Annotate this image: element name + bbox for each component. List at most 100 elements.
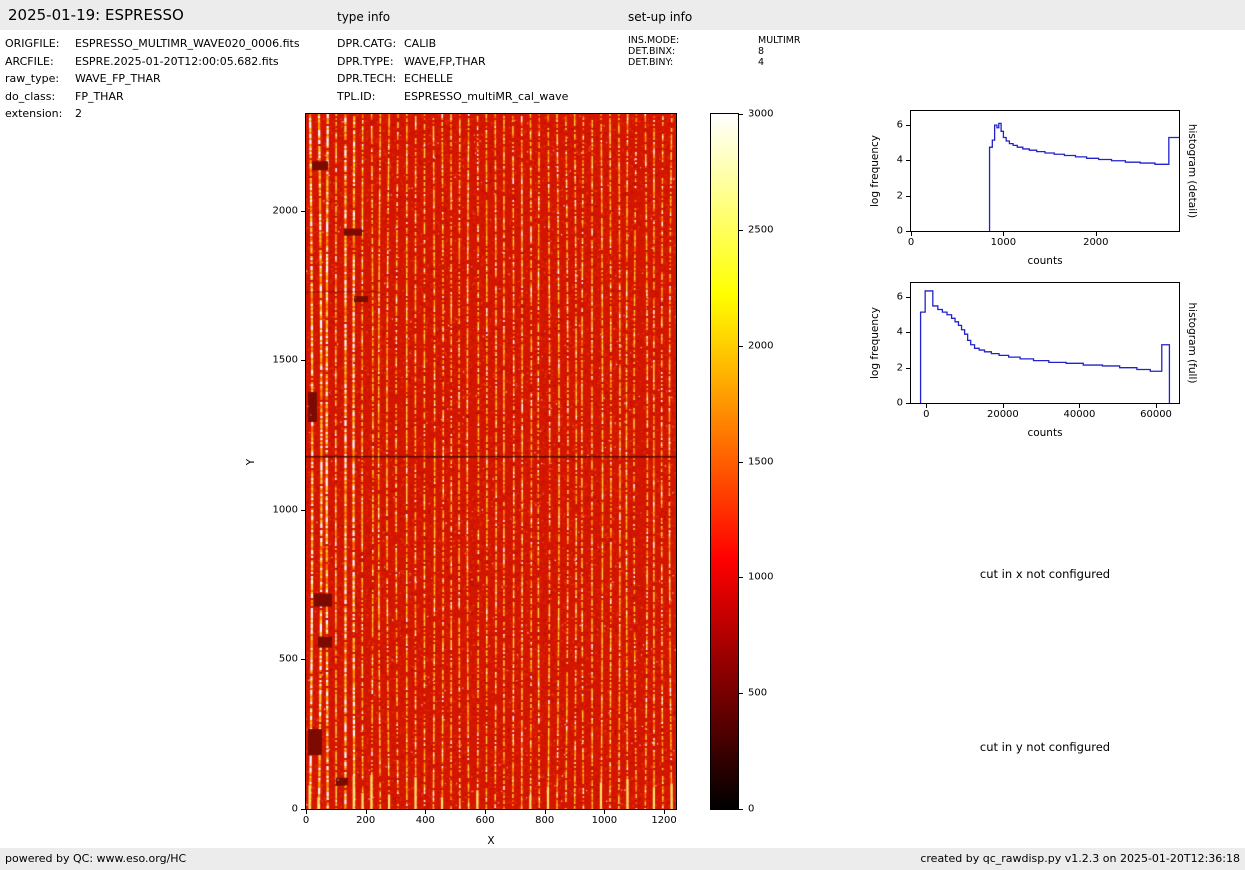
x-tick-label: 60000 [1140, 409, 1172, 420]
y-tick-mark [301, 509, 305, 511]
dpr-catg-row: DPR.CATG: CALIB [337, 35, 568, 53]
det-binx-value: 8 [758, 45, 765, 57]
y-tick-label: 4 [896, 154, 903, 166]
colorbar-tick-label: 0 [748, 803, 755, 815]
det-biny-label: DET.BINY: [628, 56, 674, 68]
y-tick-label: 500 [278, 653, 298, 665]
detector-image [306, 114, 676, 809]
y-tick-mark [906, 160, 910, 162]
histogram-polyline [988, 122, 1179, 231]
x-tick-mark [664, 810, 666, 814]
colorbar-tick-label: 2500 [748, 224, 774, 236]
y-tick-mark [301, 210, 305, 212]
x-tick-label: 40000 [1063, 409, 1096, 420]
x-tick-mark [1003, 232, 1005, 236]
colorbar-tick-label: 1500 [748, 456, 774, 467]
do-class-value: FP_THAR [75, 89, 124, 103]
x-tick-label: 0 [907, 237, 915, 248]
dpr-tech-label: DPR.TECH: [337, 72, 397, 85]
x-tick-mark [1156, 404, 1158, 408]
origfile-row: ORIGFILE: ESPRESSO_MULTIMR_WAVE020_0006.f… [5, 35, 300, 53]
footer-bar: powered by QC: www.eso.org/HC created by… [0, 848, 1245, 870]
ins-mode-value: MULTIMR [758, 35, 801, 46]
colorbar-tick-label: 1000 [748, 571, 774, 583]
extension-value: 2 [75, 107, 82, 120]
setup-info-block: INS.MODE: MULTIMR DET.BINX: 8 DET.BINY: 4 [628, 35, 801, 69]
colorbar-tick-mark [739, 809, 743, 810]
colorbar-tick-label: 3000 [748, 108, 774, 120]
y-tick-label: 0 [896, 225, 903, 237]
x-tick-mark [306, 810, 307, 814]
y-tick-mark [301, 809, 305, 810]
det-biny-row: DET.BINY: 4 [628, 56, 801, 69]
x-tick-mark [1095, 232, 1097, 236]
x-tick-label: 1200 [651, 815, 677, 826]
tpl-id-row: TPL.ID: ESPRESSO_multiMR_cal_wave [337, 88, 568, 106]
origfile-value: ESPRESSO_MULTIMR_WAVE020_0006.fits [75, 37, 300, 50]
cut-y-message: cut in y not configured [979, 740, 1111, 754]
det-binx-label: DET.BINX: [628, 45, 676, 57]
cut-x-message: cut in x not configured [979, 567, 1111, 581]
det-biny-value: 4 [758, 56, 765, 68]
y-tick-label: 6 [896, 291, 903, 303]
qc-report-page: 2025-01-19: ESPRESSO type info set-up in… [0, 0, 1245, 870]
x-tick-label: 800 [535, 815, 555, 826]
histogram-detail-title: histogram (detail) [1186, 123, 1198, 219]
raw-frame-plot: X Y 0 200 400 600 800 1000 1200 0 500 1000 1500 200… [245, 113, 677, 847]
colorbar-gradient [711, 114, 738, 809]
colorbar-tick-mark [739, 345, 743, 347]
extension-label: extension: [5, 107, 63, 120]
y-tick-label: 1000 [272, 504, 298, 516]
dpr-type-row: DPR.TYPE: WAVE,FP,THAR [337, 53, 568, 71]
tpl-id-label: TPL.ID: [337, 89, 376, 103]
x-tick-label: 1000 [591, 815, 618, 826]
file-info-block: ORIGFILE: ESPRESSO_MULTIMR_WAVE020_0006.f… [5, 35, 300, 123]
colorbar: 0 500 1000 1500 2000 2500 3000 [710, 109, 773, 815]
tpl-id-value: ESPRESSO_multiMR_cal_wave [404, 89, 569, 103]
extension-row: extension: 2 [5, 105, 300, 123]
y-tick-mark [906, 332, 910, 334]
y-tick-label: 1500 [272, 354, 298, 366]
x-tick-mark [425, 810, 427, 814]
footer-powered-by: powered by QC: www.eso.org/HC [5, 852, 187, 865]
x-tick-mark [1002, 404, 1004, 408]
do-class-row: do_class: FP_THAR [5, 88, 300, 106]
histogram-detail-ylabel: log frequency [869, 134, 881, 208]
colorbar-tick-label: 2000 [748, 340, 774, 352]
raw-type-label: raw_type: [5, 72, 60, 85]
histogram-detail-xlabel: counts [1027, 255, 1063, 267]
x-tick-mark [911, 232, 912, 236]
histogram-full-plot: counts log frequency histogram (full) 0 2… [869, 282, 1198, 439]
origfile-label: ORIGFILE: [5, 37, 60, 50]
histogram-full-ylabel: log frequency [869, 306, 881, 380]
raw-type-value: WAVE_FP_THAR [75, 72, 161, 85]
page-title: 2025-01-19: ESPRESSO [8, 6, 184, 24]
y-tick-label: 0 [896, 397, 903, 409]
colorbar-tick-mark [739, 577, 743, 579]
y-tick-mark [301, 360, 305, 362]
y-tick-mark [906, 195, 910, 197]
histogram-detail-plot: counts log frequency histogram (detail) … [869, 110, 1198, 267]
arcfile-value: ESPRE.2025-01-20T12:00:05.682.fits [75, 54, 279, 68]
x-tick-mark [485, 810, 487, 814]
raw-frame-x-axis-label: X [487, 835, 495, 847]
colorbar-tick-mark [739, 693, 743, 695]
colorbar-tick-label: 500 [748, 687, 768, 699]
y-tick-label: 2 [896, 190, 903, 202]
type-info-block: DPR.CATG: CALIB DPR.TYPE: WAVE,FP,THAR DPR… [337, 35, 568, 105]
y-tick-label: 4 [896, 326, 903, 338]
x-tick-mark [1079, 404, 1081, 408]
arcfile-row: ARCFILE: ESPRE.2025-01-20T12:00:05.682.fi… [5, 53, 300, 71]
header-bar: 2025-01-19: ESPRESSO type info set-up in… [0, 0, 1245, 30]
colorbar-tick-mark [739, 461, 743, 463]
x-tick-mark [604, 810, 606, 814]
y-tick-mark [906, 297, 910, 299]
y-tick-label: 0 [291, 803, 298, 815]
x-tick-mark [544, 810, 546, 814]
dpr-catg-value: CALIB [404, 37, 437, 50]
raw-type-row: raw_type: WAVE_FP_THAR [5, 70, 300, 88]
dpr-catg-label: DPR.CATG: [337, 37, 397, 50]
x-tick-label: 400 [415, 815, 435, 826]
dpr-tech-value: ECHELLE [404, 72, 454, 85]
y-tick-mark [906, 231, 910, 232]
